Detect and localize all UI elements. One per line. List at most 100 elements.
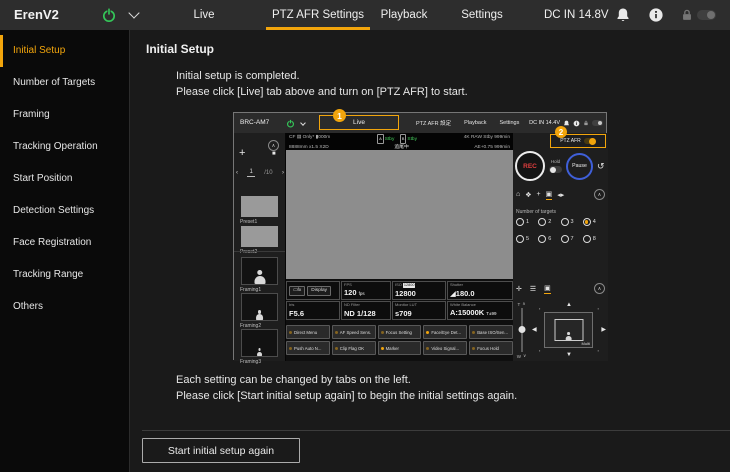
mock-camera-mode-button[interactable]: ▭fx [289,286,305,296]
mock-button-video-signal[interactable]: Video Signal... [423,341,467,355]
mock-framing1-thumbnail[interactable] [241,257,278,285]
target-option-2[interactable]: 2 [538,218,560,226]
target-option-7[interactable]: 7 [561,235,583,243]
pan-right-arrow[interactable]: ▶ [601,327,606,333]
mock-reset-icon[interactable]: ↺ [597,161,605,172]
mock-rec-button[interactable]: REC [515,151,545,181]
sidebar-item-tracking-operation[interactable]: Tracking Operation [0,131,129,163]
mock-page-next-icon[interactable]: › [282,170,284,176]
target-option-8[interactable]: 8 [583,235,605,243]
menu-list-icon[interactable]: ☰ [530,285,536,293]
sidebar-item-start-position[interactable]: Start Position [0,163,129,195]
mock-button-clip-flag-ok[interactable]: Clip Flag OK [332,341,376,355]
mock-page-prev-icon[interactable]: ‹ [236,170,238,176]
mock-info-icon [573,120,580,127]
target-option-5[interactable]: 5 [516,235,538,243]
mock-iris-cell[interactable]: Iris F5.6 [286,301,340,320]
mock-tab-live-highlighted[interactable]: Live [319,115,399,130]
status-dot [426,331,429,334]
zoom-track[interactable] [521,308,523,352]
mock-button-direct-menu[interactable]: Direct Menu [286,325,330,339]
mock-iso-cell[interactable]: ISO12800 12800 [392,281,446,300]
tab-playback[interactable]: Playback [372,0,436,30]
mock-ptz-afr-toggle[interactable] [584,138,596,144]
tab-settings[interactable]: Settings [452,0,512,30]
mock-button-focus-hold[interactable]: Focus Hold [469,341,513,355]
page-title: Initial Setup [146,42,214,56]
sidebar-item-initial-setup[interactable]: Initial Setup [0,35,129,67]
mock-display-button[interactable]: Display [307,286,331,296]
status-dot [381,331,384,334]
mock-button-af-speed-sens[interactable]: AF Speed Sens. [332,325,376,339]
mock-framing2-thumbnail[interactable] [241,293,278,321]
sidebar-item-number-of-targets[interactable]: Number of Targets [0,67,129,99]
mock-pan-tilt-pad: ▲ ▼ ◀ ▶ ▪ ▪ ▪ ▪ Multi [532,301,606,359]
target-option-3[interactable]: 3 [561,218,583,226]
mock-button-focus-setting[interactable]: Focus Setting [378,325,422,339]
mock-white-balance-cell[interactable]: White Balance A:15000K T±99 [447,301,513,320]
mock-preset1-thumbnail[interactable] [241,196,278,217]
collapse-icon[interactable]: ∧ [594,283,605,294]
target-option-6[interactable]: 6 [538,235,560,243]
mock-button-base-iso[interactable]: Base ISO/Sen... [469,325,513,339]
mock-nd-filter-cell[interactable]: ND Filter ND 1/128 [341,301,391,320]
mock-pause-button[interactable]: Pause [566,153,593,180]
mock-targets-radio-group: 1 2 3 4 5 6 7 8 [516,218,605,243]
tab-ptz-afr-settings[interactable]: PTZ AFR Settings [264,0,372,30]
mock-button-marker[interactable]: Marker [378,341,422,355]
mock-hold-toggle[interactable] [549,166,562,173]
sidebar-item-detection-settings[interactable]: Detection Settings [0,195,129,227]
sidebar-item-framing[interactable]: Framing [0,99,129,131]
mock-tab-ptz-afr[interactable]: PTZ AFR 設定 [416,119,451,127]
tilt-down-arrow[interactable]: ▼ [566,352,572,358]
mock-button-push-auto-nd[interactable]: Push Auto N... [286,341,330,355]
mock-button-face-eye-detect[interactable]: Face/Eye Det... [423,325,467,339]
sidebar-item-others[interactable]: Others [0,291,129,323]
status-dot [472,331,475,334]
collapse-icon[interactable]: ∧ [594,189,605,200]
info-icon[interactable] [648,7,664,23]
mock-camera-settings-strip: ▭fx Display FPS 120 fps ISO12800 12800 S… [286,281,513,320]
home-icon[interactable]: ⌂ [516,191,520,198]
power-icon[interactable] [101,7,117,23]
mock-monitor-lut-cell[interactable]: Monitor LUT s709 [392,301,446,320]
zoom-out-icon[interactable]: ∨ [523,353,526,359]
target-option-1[interactable]: 1 [516,218,538,226]
joystick-icon[interactable]: ✛ [516,285,522,293]
mock-tab-playback[interactable]: Playback [464,120,486,126]
status-dot [289,347,292,350]
status-dot [472,347,475,350]
tab-live[interactable]: Live [178,0,230,30]
mock-video-preview[interactable] [286,150,513,279]
mock-tab-settings[interactable]: Settings [499,120,519,126]
mock-framing3-thumbnail[interactable] [241,329,278,357]
tracking-target-icon[interactable]: ▣ [546,190,553,200]
framing-box-icon[interactable]: ▣ [544,284,551,294]
add-icon[interactable]: + [537,191,541,198]
mock-fps-cell[interactable]: FPS 120 fps [341,281,391,300]
preset-group-icon[interactable]: ❖ [525,191,531,199]
sidebar-item-face-registration[interactable]: Face Registration [0,227,129,259]
tilt-up-arrow[interactable]: ▲ [566,302,572,308]
pan-left-arrow[interactable]: ◀ [532,327,537,333]
mock-record-format: 4K RAW Stby 999min [464,134,510,144]
mock-framing-preview[interactable]: Multi [544,312,593,348]
zoom-thumb[interactable] [518,326,525,333]
person-icon [256,310,264,320]
start-initial-setup-again-button[interactable]: Start initial setup again [142,438,300,463]
chevron-down-icon[interactable] [128,7,139,18]
embedded-screenshot: 1 BRC-AM7 Live PTZ AFR 設定 Playback Setti… [233,112,607,360]
mock-stop-icon[interactable]: ■ [272,151,276,157]
mock-preset2-thumbnail[interactable] [241,226,278,247]
mock-shutter-cell[interactable]: Shutter ◢180.0 [447,281,513,300]
mock-add-preset-icon[interactable]: + [239,148,245,159]
target-option-4-selected[interactable]: 4 [583,218,605,226]
intro-text: Initial setup is completed. Please click… [176,68,468,100]
sidebar-item-tracking-range[interactable]: Tracking Range [0,259,129,291]
zoom-in-icon[interactable]: ∧ [522,301,525,307]
mock-collapse-icon[interactable]: ∧ [268,140,279,151]
notifications-bell-icon[interactable] [615,7,631,23]
lock-toggle[interactable] [697,10,716,20]
compare-icon[interactable]: ◂▸ [557,191,564,199]
mock-preset-pager: ‹ 1 /10 › [236,169,284,177]
